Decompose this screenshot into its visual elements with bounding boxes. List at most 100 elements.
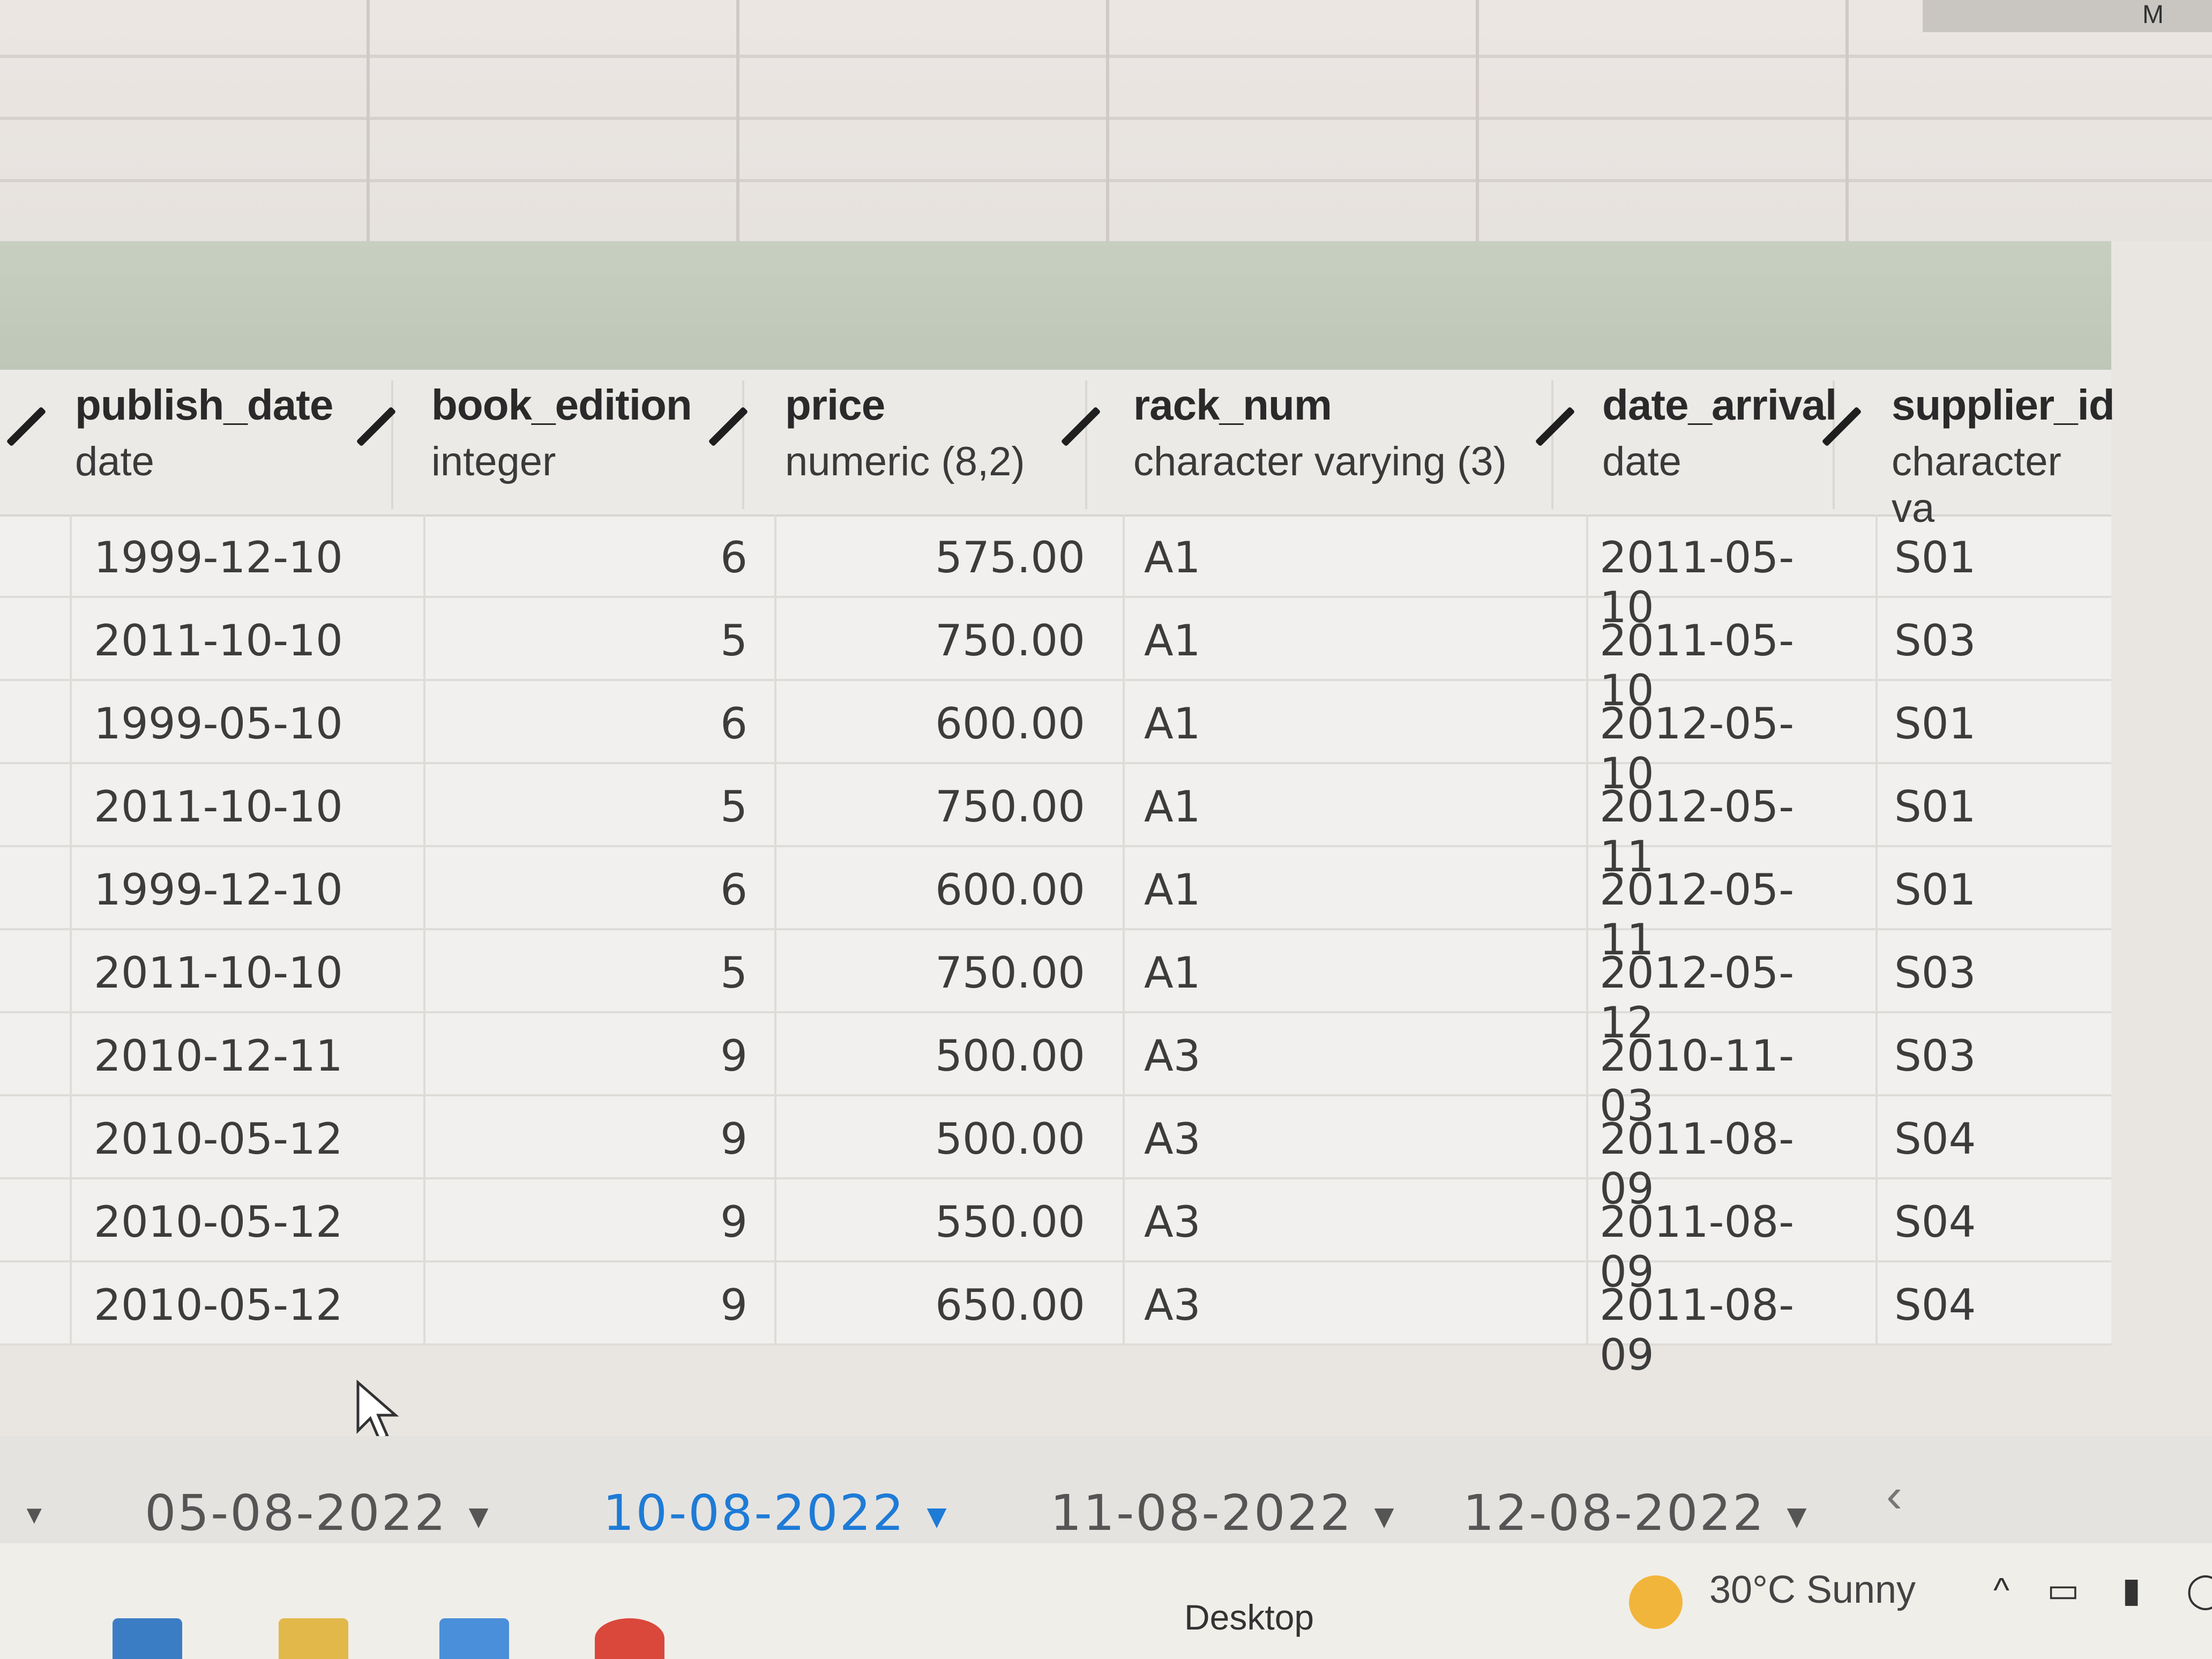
- table-cell-date-arrival[interactable]: 2011-08-09: [1600, 1280, 1825, 1380]
- chevron-up-icon[interactable]: ^: [1993, 1570, 2009, 1610]
- table-cell-rack-num[interactable]: A1: [1144, 782, 1412, 832]
- sheet-corner-header: M: [1923, 0, 2212, 32]
- sheet-tab-bar: ▼ 05-08-2022 ▼ 10-08-2022 ▼ 11-08-2022 ▼ 12…: [0, 1436, 2212, 1543]
- column-header-book-edition[interactable]: book_edition integer: [431, 380, 744, 509]
- video-call-app-icon[interactable]: [439, 1618, 509, 1659]
- table-cell-price[interactable]: 500.00: [785, 1031, 1085, 1081]
- table-cell-book-edition[interactable]: 6: [431, 699, 748, 749]
- table-cell-supplier-id[interactable]: S03: [1894, 616, 2055, 666]
- table-row[interactable]: 1999-12-10 6 600.00 A1 2012-05-11 S01: [0, 847, 2111, 965]
- desktop-toolbar-label[interactable]: Desktop: [1184, 1597, 1314, 1638]
- battery-icon[interactable]: ▭: [2047, 1570, 2079, 1610]
- table-cell-price[interactable]: 600.00: [785, 699, 1085, 749]
- chrome-icon[interactable]: [595, 1618, 664, 1659]
- table-cell-price[interactable]: 750.00: [785, 616, 1085, 666]
- chevron-left-icon[interactable]: ‹: [1886, 1468, 1902, 1523]
- table-cell-supplier-id[interactable]: S01: [1894, 865, 2055, 915]
- table-cell-rack-num[interactable]: A3: [1144, 1031, 1412, 1081]
- tab-list-dropdown-icon[interactable]: ▼: [21, 1500, 47, 1530]
- pencil-icon[interactable]: [6, 406, 47, 447]
- table-row[interactable]: 2010-05-12 9 650.00 A3 2011-08-09 S04: [0, 1262, 2111, 1380]
- column-header-date-arrival[interactable]: date_arrival date: [1602, 380, 1837, 509]
- table-cell-rack-num[interactable]: A3: [1144, 1197, 1412, 1247]
- table-cell-book-edition[interactable]: 5: [431, 948, 748, 998]
- table-cell-book-edition[interactable]: 5: [431, 782, 748, 832]
- column-header-rack-num[interactable]: rack_num character varying (3): [1133, 380, 1553, 509]
- table-row[interactable]: 1999-05-10 6 600.00 A1 2012-05-10 S01: [0, 681, 2111, 798]
- table-cell-supplier-id[interactable]: S04: [1894, 1280, 2055, 1330]
- table-cell-book-edition[interactable]: 9: [431, 1280, 748, 1330]
- table-row[interactable]: 2010-12-11 9 500.00 A3 2010-11-03 S03: [0, 1013, 2111, 1131]
- table-cell-supplier-id[interactable]: S03: [1894, 948, 2055, 998]
- table-cell-rack-num[interactable]: A1: [1144, 865, 1412, 915]
- table-cell-supplier-id[interactable]: S01: [1894, 699, 2055, 749]
- table-cell-price[interactable]: 575.00: [785, 533, 1085, 582]
- table-cell-supplier-id[interactable]: S04: [1894, 1114, 2055, 1164]
- table-row[interactable]: 2011-10-10 5 750.00 A1 2012-05-11 S01: [0, 764, 2111, 881]
- chevron-down-icon[interactable]: ▼: [927, 1501, 948, 1531]
- table-cell-price[interactable]: 500.00: [785, 1114, 1085, 1164]
- table-cell-publish-date[interactable]: 1999-05-10: [94, 699, 362, 749]
- table-cell-price[interactable]: 550.00: [785, 1197, 1085, 1247]
- network-icon[interactable]: ◯: [2186, 1570, 2212, 1610]
- column-header-publish-date[interactable]: publish_date date: [75, 380, 393, 509]
- table-cell-supplier-id[interactable]: S01: [1894, 533, 2055, 582]
- query-results-table: publish_date date book_edition integer p…: [0, 370, 2115, 1380]
- table-cell-publish-date[interactable]: 2010-05-12: [94, 1114, 362, 1164]
- table-cell-book-edition[interactable]: 6: [431, 533, 748, 582]
- table-cell-book-edition[interactable]: 5: [431, 616, 748, 666]
- tab-05-08-2022[interactable]: 05-08-2022 ▼: [145, 1484, 490, 1542]
- tab-label: 10-08-2022: [603, 1484, 906, 1542]
- tab-11-08-2022[interactable]: 11-08-2022 ▼: [1050, 1484, 1396, 1542]
- microphone-icon[interactable]: ▮: [2122, 1570, 2141, 1610]
- table-cell-rack-num[interactable]: A1: [1144, 616, 1412, 666]
- weather-sun-icon: [1629, 1575, 1683, 1629]
- table-cell-rack-num[interactable]: A1: [1144, 533, 1412, 582]
- tab-label: 11-08-2022: [1050, 1484, 1353, 1542]
- table-cell-publish-date[interactable]: 2010-05-12: [94, 1197, 362, 1247]
- table-cell-publish-date[interactable]: 1999-12-10: [94, 865, 362, 915]
- table-cell-publish-date[interactable]: 2010-05-12: [94, 1280, 362, 1330]
- table-cell-supplier-id[interactable]: S04: [1894, 1197, 2055, 1247]
- table-cell-price[interactable]: 750.00: [785, 782, 1085, 832]
- file-explorer-icon[interactable]: [279, 1618, 348, 1659]
- column-header-supplier-id[interactable]: supplier_id character va: [1892, 380, 2115, 531]
- table-cell-publish-date[interactable]: 1999-12-10: [94, 533, 362, 582]
- column-header-price[interactable]: price numeric (8,2): [785, 380, 1087, 509]
- tab-label: 12-08-2022: [1463, 1484, 1766, 1542]
- table-row[interactable]: 2010-05-12 9 550.00 A3 2011-08-09 S04: [0, 1179, 2111, 1297]
- table-cell-rack-num[interactable]: A3: [1144, 1114, 1412, 1164]
- chevron-down-icon[interactable]: ▼: [469, 1501, 490, 1531]
- table-cell-book-edition[interactable]: 9: [431, 1197, 748, 1247]
- table-cell-rack-num[interactable]: A1: [1144, 699, 1412, 749]
- table-cell-book-edition[interactable]: 9: [431, 1031, 748, 1081]
- table-cell-publish-date[interactable]: 2011-10-10: [94, 616, 362, 666]
- table-cell-book-edition[interactable]: 6: [431, 865, 748, 915]
- column-name: rack_num: [1133, 381, 1332, 429]
- table-cell-price[interactable]: 600.00: [785, 865, 1085, 915]
- chevron-down-icon[interactable]: ▼: [1374, 1501, 1396, 1531]
- table-cell-price[interactable]: 650.00: [785, 1280, 1085, 1330]
- table-cell-book-edition[interactable]: 9: [431, 1114, 748, 1164]
- table-row[interactable]: 2010-05-12 9 500.00 A3 2011-08-09 S04: [0, 1096, 2111, 1214]
- table-cell-rack-num[interactable]: A3: [1144, 1280, 1412, 1330]
- table-cell-publish-date[interactable]: 2011-10-10: [94, 782, 362, 832]
- table-cell-supplier-id[interactable]: S03: [1894, 1031, 2055, 1081]
- table-row[interactable]: 2011-10-10 5 750.00 A1 2012-05-12 S03: [0, 930, 2111, 1048]
- table-cell-publish-date[interactable]: 2011-10-10: [94, 948, 362, 998]
- mail-app-icon[interactable]: [113, 1618, 182, 1659]
- results-panel-header-band: [0, 241, 2111, 375]
- table-row[interactable]: 1999-12-10 6 575.00 A1 2011-05-10 S01: [0, 514, 2111, 632]
- tab-12-08-2022[interactable]: 12-08-2022 ▼: [1463, 1484, 1809, 1542]
- sheet-corner-label: M: [2142, 1, 2164, 29]
- chevron-down-icon[interactable]: ▼: [1787, 1501, 1809, 1531]
- table-cell-publish-date[interactable]: 2010-12-11: [94, 1031, 362, 1081]
- table-row[interactable]: 2011-10-10 5 750.00 A1 2011-05-10 S03: [0, 597, 2111, 715]
- table-cell-supplier-id[interactable]: S01: [1894, 782, 2055, 832]
- column-type: date: [1602, 439, 1682, 484]
- tab-10-08-2022[interactable]: 10-08-2022 ▼: [603, 1484, 948, 1542]
- table-cell-rack-num[interactable]: A1: [1144, 948, 1412, 998]
- weather-widget[interactable]: 30°C Sunny: [1709, 1568, 1916, 1612]
- table-cell-price[interactable]: 750.00: [785, 948, 1085, 998]
- tab-label: 05-08-2022: [145, 1484, 447, 1542]
